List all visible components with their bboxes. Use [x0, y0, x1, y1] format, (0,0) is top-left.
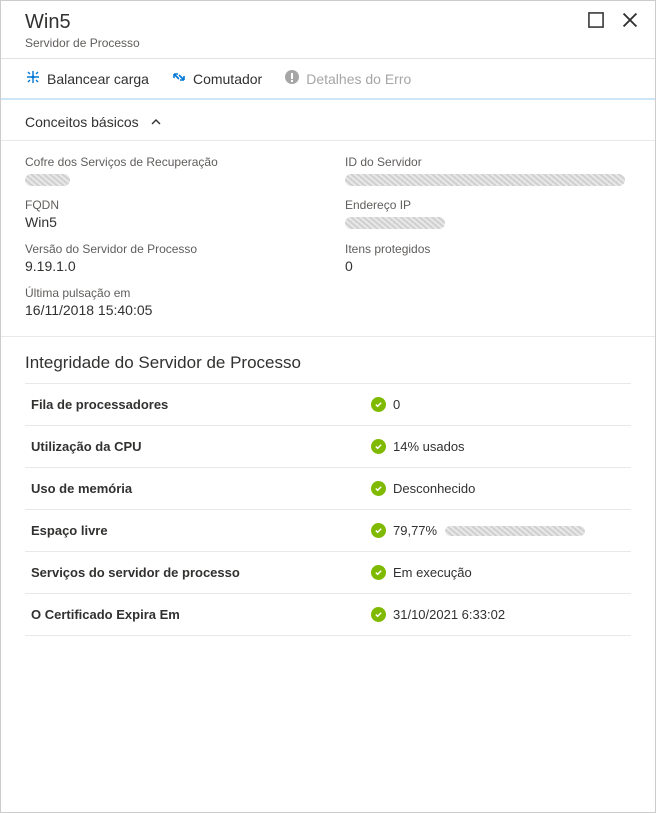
- balance-load-label: Balancear carga: [47, 71, 149, 87]
- switch-icon: [171, 69, 187, 88]
- chevron-up-icon: [149, 115, 163, 129]
- vault-label: Cofre dos Serviços de Recuperação: [25, 155, 325, 169]
- error-details-button: Detalhes do Erro: [284, 69, 411, 88]
- table-row: Espaço livre 79,77%: [25, 509, 631, 551]
- ip-label: Endereço IP: [345, 198, 631, 212]
- toolbar: Balancear carga Comutador Detalhes do Er…: [1, 59, 655, 100]
- table-row: Serviços do servidor de processo Em exec…: [25, 551, 631, 593]
- version-value: 9.19.1.0: [25, 258, 325, 274]
- balance-load-button[interactable]: Balancear carga: [25, 69, 149, 88]
- switch-label: Comutador: [193, 71, 262, 87]
- ip-value-redacted: [345, 217, 445, 229]
- health-row-value: 14% usados: [393, 439, 465, 454]
- close-icon[interactable]: [621, 11, 639, 29]
- protected-value: 0: [345, 258, 631, 274]
- basics-toggle[interactable]: Conceitos básicos: [1, 100, 655, 141]
- error-icon: [284, 69, 300, 88]
- table-row: Utilização da CPU 14% usados: [25, 425, 631, 467]
- protected-label: Itens protegidos: [345, 242, 631, 256]
- health-row-label: Utilização da CPU: [31, 439, 371, 454]
- health-row-value: 79,77%: [393, 523, 585, 538]
- health-row-label: Serviços do servidor de processo: [31, 565, 371, 580]
- table-row: O Certificado Expira Em 31/10/2021 6:33:…: [25, 593, 631, 636]
- fqdn-value: Win5: [25, 214, 325, 230]
- title-bar: Win5 Servidor de Processo: [1, 1, 655, 59]
- switch-button[interactable]: Comutador: [171, 69, 262, 88]
- health-title: Integridade do Servidor de Processo: [1, 337, 655, 383]
- ok-icon: [371, 397, 386, 412]
- free-space-detail-redacted: [445, 526, 585, 536]
- basics-panel: Cofre dos Serviços de Recuperação ID do …: [1, 141, 655, 337]
- restore-icon[interactable]: [587, 11, 605, 29]
- error-details-label: Detalhes do Erro: [306, 71, 411, 87]
- ok-icon: [371, 439, 386, 454]
- vault-value-redacted: [25, 174, 70, 186]
- window-title: Win5: [25, 11, 140, 34]
- health-row-label: Fila de processadores: [31, 397, 371, 412]
- ok-icon: [371, 523, 386, 538]
- health-row-value: 31/10/2021 6:33:02: [393, 607, 505, 622]
- version-label: Versão do Servidor de Processo: [25, 242, 325, 256]
- basics-header-label: Conceitos básicos: [25, 114, 139, 130]
- health-row-label: Uso de memória: [31, 481, 371, 496]
- table-row: Fila de processadores 0: [25, 383, 631, 425]
- ok-icon: [371, 565, 386, 580]
- health-table: Fila de processadores 0 Utilização da CP…: [1, 383, 655, 636]
- health-row-value: Em execução: [393, 565, 472, 580]
- balance-icon: [25, 69, 41, 88]
- ok-icon: [371, 481, 386, 496]
- table-row: Uso de memória Desconhecido: [25, 467, 631, 509]
- server-id-value-redacted: [345, 174, 625, 186]
- ok-icon: [371, 607, 386, 622]
- health-row-label: O Certificado Expira Em: [31, 607, 371, 622]
- window-subtitle: Servidor de Processo: [25, 36, 140, 50]
- heartbeat-label: Última pulsação em: [25, 286, 325, 300]
- free-space-percent: 79,77%: [393, 523, 437, 538]
- server-id-label: ID do Servidor: [345, 155, 631, 169]
- health-row-value: Desconhecido: [393, 481, 475, 496]
- fqdn-label: FQDN: [25, 198, 325, 212]
- health-row-label: Espaço livre: [31, 523, 371, 538]
- heartbeat-value: 16/11/2018 15:40:05: [25, 302, 325, 318]
- health-row-value: 0: [393, 397, 400, 412]
